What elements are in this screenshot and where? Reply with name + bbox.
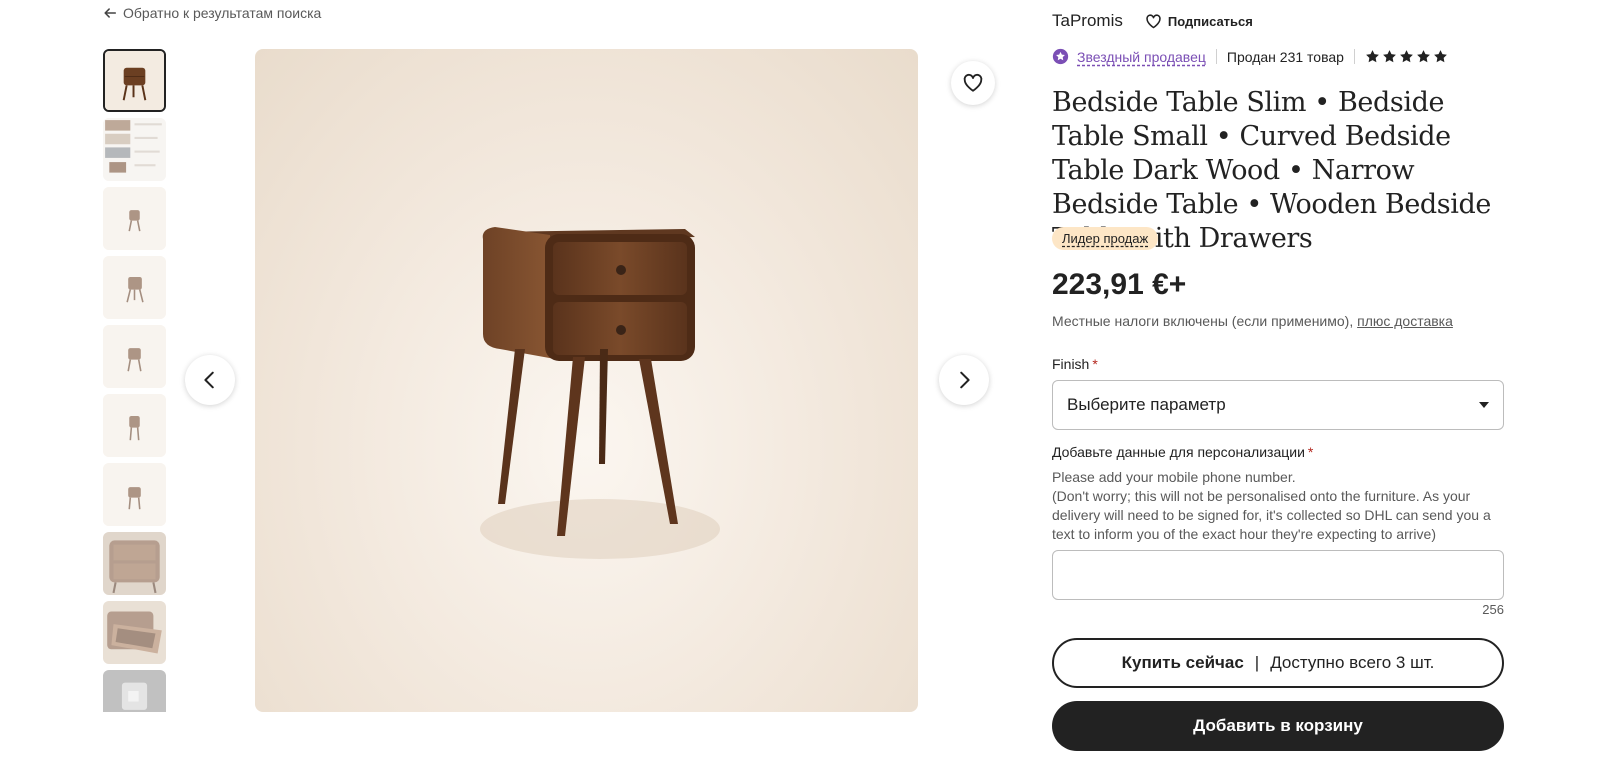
finish-label-text: Finish [1052,356,1090,372]
personalization-textarea[interactable] [1052,550,1504,600]
personalization-label-text: Добавьте данные для персонализации [1052,444,1305,460]
main-product-image [255,49,918,712]
tax-note-text: Местные налоги включены (если применимо)… [1052,313,1354,329]
add-to-cart-label: Добавить в корзину [1193,716,1363,735]
chevron-right-icon [960,371,970,389]
personalization-line-1: Please add your mobile phone number. [1052,469,1296,485]
finish-select[interactable]: Выберите параметр [1052,380,1504,430]
caret-down-icon [1479,402,1489,408]
personalization-instructions: Please add your mobile phone number. (Do… [1052,468,1504,544]
thumbnail-6[interactable] [103,394,166,457]
next-image-button[interactable] [939,355,989,405]
bedside-table-closeup-image [103,532,166,595]
thumbnail-9[interactable] [103,601,166,664]
bedside-table-photo [480,227,720,559]
star-icon [1400,50,1413,63]
buy-now-button[interactable]: Купить сейчас | Доступно всего 3 шт. [1052,638,1504,688]
add-to-cart-button[interactable]: Добавить в корзину [1052,701,1504,751]
bedside-table-image [103,463,166,526]
thumbnail-4[interactable] [103,256,166,319]
required-mark: * [1092,356,1098,372]
chevron-left-icon [204,371,214,389]
previous-image-button[interactable] [185,355,235,405]
buy-now-separator: | [1254,653,1260,672]
finish-swatches-image [103,118,166,181]
thumbnail-8[interactable] [103,532,166,595]
thumbnail-1[interactable] [103,49,166,112]
seller-info-row: Звездный продавец Продан 231 товар [1052,48,1448,65]
rating-stars[interactable] [1365,49,1448,64]
char-counter: 256 [1482,602,1504,617]
bedside-table-image [103,256,166,319]
thumbnail-strip [103,49,166,712]
dark-finish-image [103,670,166,712]
shop-row: TaPromis Подписаться [1052,11,1253,31]
star-icon [1383,50,1396,63]
divider [1353,49,1355,64]
product-price: 223,91 €+ [1052,268,1187,301]
shipping-link[interactable]: плюс доставка [1357,313,1453,329]
back-to-search-link[interactable]: Обратно к результатам поиска [103,5,321,21]
shop-name-link[interactable]: TaPromis [1052,11,1123,31]
tax-note: Местные налоги включены (если применимо)… [1052,313,1453,329]
personalization-line-2: (Don't worry; this will not be personali… [1052,488,1491,542]
open-drawer-image [103,601,166,664]
personalization-label: Добавьте данные для персонализации * [1052,444,1313,460]
availability-label: Доступно всего 3 шт. [1270,653,1435,672]
star-seller-link[interactable]: Звездный продавец [1077,49,1206,65]
heart-icon [963,73,983,92]
heart-icon [1146,13,1161,28]
finish-select-value: Выберите параметр [1067,395,1226,414]
follow-shop-button[interactable]: Подписаться [1145,13,1253,30]
back-link-label: Обратно к результатам поиска [123,5,322,21]
follow-label: Подписаться [1167,13,1253,29]
thumbnail-2[interactable] [103,118,166,181]
star-icon [1366,50,1379,63]
star-seller-icon [1052,48,1069,65]
divider [1215,49,1217,64]
arrow-left-icon [104,8,117,18]
bedside-table-image [105,51,164,110]
bedside-table-image [103,325,166,388]
thumbnail-10[interactable] [103,670,166,712]
bedside-table-image [103,187,166,250]
bedside-table-image [103,394,166,457]
sold-count: Продан 231 товар [1226,48,1344,65]
bestseller-badge[interactable]: Лидер продаж [1052,227,1159,250]
required-mark: * [1307,444,1314,460]
star-icon [1417,50,1430,63]
finish-label: Finish * [1052,356,1098,372]
star-icon [1434,50,1447,63]
thumbnail-5[interactable] [103,325,166,388]
thumbnail-7[interactable] [103,463,166,526]
thumbnail-3[interactable] [103,187,166,250]
buy-now-label: Купить сейчас [1121,653,1244,672]
favorite-button[interactable] [951,61,995,105]
